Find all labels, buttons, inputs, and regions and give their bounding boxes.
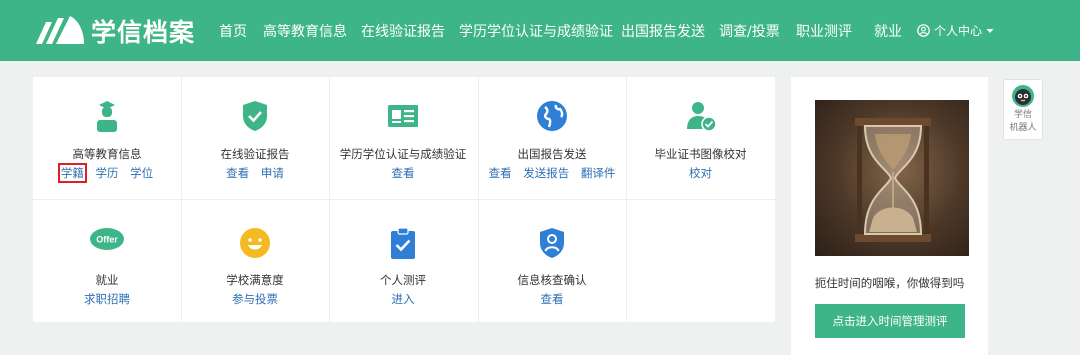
link-view[interactable]: 查看 (541, 292, 564, 306)
link-view[interactable]: 查看 (489, 166, 512, 180)
link-translation[interactable]: 翻译件 (581, 166, 616, 180)
nav-survey-vote[interactable]: 调查/投票 (719, 21, 780, 41)
link-degree[interactable]: 学位 (130, 166, 153, 180)
robot-icon (1011, 84, 1035, 108)
tile-overseas-report: 出国报告发送 查看 发送报告 翻译件 (478, 77, 626, 199)
tile-higher-education-info: 高等教育信息 学籍 学历 学位 (33, 77, 181, 199)
user-circle-icon (917, 24, 930, 37)
nav-home[interactable]: 首页 (219, 21, 247, 41)
tile-online-verification-report: 在线验证报告 查看 申请 (181, 77, 329, 199)
offer-icon: Offer (89, 226, 125, 260)
link-view[interactable]: 查看 (226, 166, 249, 180)
link-vote[interactable]: 参与投票 (232, 292, 278, 306)
tile-label: 高等教育信息 (72, 147, 142, 161)
tile-label: 信息核查确认 (517, 273, 587, 287)
tile-degree-certification: 学历学位认证与成绩验证 查看 (329, 77, 477, 199)
svg-text:Offer: Offer (96, 235, 118, 245)
smiley-icon (239, 226, 271, 260)
robot-label-line2: 机器人 (1009, 123, 1037, 133)
tile-label: 出国报告发送 (517, 147, 587, 161)
tile-info-verification: 信息核查确认 查看 (478, 200, 626, 322)
link-education[interactable]: 学历 (96, 166, 119, 180)
top-nav-bar: 学信档案 首页 高等教育信息 在线验证报告 学历学位认证与成绩验证 出国报告发送… (0, 0, 1080, 61)
time-management-test-button[interactable]: 点击进入时间管理测评 (815, 304, 965, 338)
nav-career-assessment[interactable]: 职业测评 (796, 21, 852, 41)
user-center-menu[interactable]: 个人中心 (917, 22, 994, 39)
user-center-label: 个人中心 (934, 24, 983, 38)
chevron-down-icon (986, 28, 994, 33)
hourglass-photo (815, 100, 969, 256)
globe-icon (536, 99, 568, 133)
nav-degree-certification[interactable]: 学历学位认证与成绩验证 (459, 21, 613, 41)
graduate-icon (91, 99, 123, 133)
tile-label: 就业 (95, 273, 119, 287)
logo-text[interactable]: 学信档案 (91, 13, 195, 49)
shield-check-icon (239, 99, 271, 133)
xuexin-robot-button[interactable]: 学信 机器人 (1003, 79, 1043, 140)
user-check-icon (685, 99, 717, 133)
tile-diploma-image-check: 毕业证书图像校对 校对 (626, 77, 775, 199)
tile-label: 毕业证书图像校对 (654, 147, 747, 161)
service-grid: 高等教育信息 学籍 学历 学位 在线验证报告 查看 申请 学历学位认证与成绩验证… (33, 77, 775, 322)
nav-overseas-report[interactable]: 出国报告发送 (621, 21, 705, 41)
tile-label: 学历学位认证与成绩验证 (339, 147, 467, 161)
clipboard-check-icon (387, 226, 419, 260)
tile-label: 个人测评 (380, 273, 426, 287)
link-student-status[interactable]: 学籍 (57, 163, 87, 183)
tile-employment: Offer 就业 求职招聘 (33, 200, 181, 322)
link-proofread[interactable]: 校对 (689, 166, 712, 180)
link-send-report[interactable]: 发送报告 (523, 166, 569, 180)
nav-online-verification-report[interactable]: 在线验证报告 (361, 21, 445, 41)
id-card-icon (387, 99, 419, 133)
promo-caption: 扼住时间的咽喉，你做得到吗 (814, 276, 965, 290)
nav-employment[interactable]: 就业 (874, 21, 902, 41)
tile-personal-assessment: 个人测评 进入 (329, 200, 477, 322)
logo-icon (36, 16, 84, 44)
link-apply[interactable]: 申请 (261, 166, 284, 180)
tile-label: 学校满意度 (226, 273, 284, 287)
tile-school-satisfaction: 学校满意度 参与投票 (181, 200, 329, 322)
tile-label: 在线验证报告 (220, 147, 290, 161)
link-view[interactable]: 查看 (392, 166, 415, 180)
time-management-promo: 扼住时间的咽喉，你做得到吗 点击进入时间管理测评 (791, 77, 988, 355)
nav-higher-education-info[interactable]: 高等教育信息 (263, 21, 347, 41)
link-enter[interactable]: 进入 (392, 292, 415, 306)
robot-label-line1: 学信 (1013, 110, 1032, 120)
link-job-search[interactable]: 求职招聘 (84, 292, 130, 306)
user-shield-icon (536, 226, 568, 260)
